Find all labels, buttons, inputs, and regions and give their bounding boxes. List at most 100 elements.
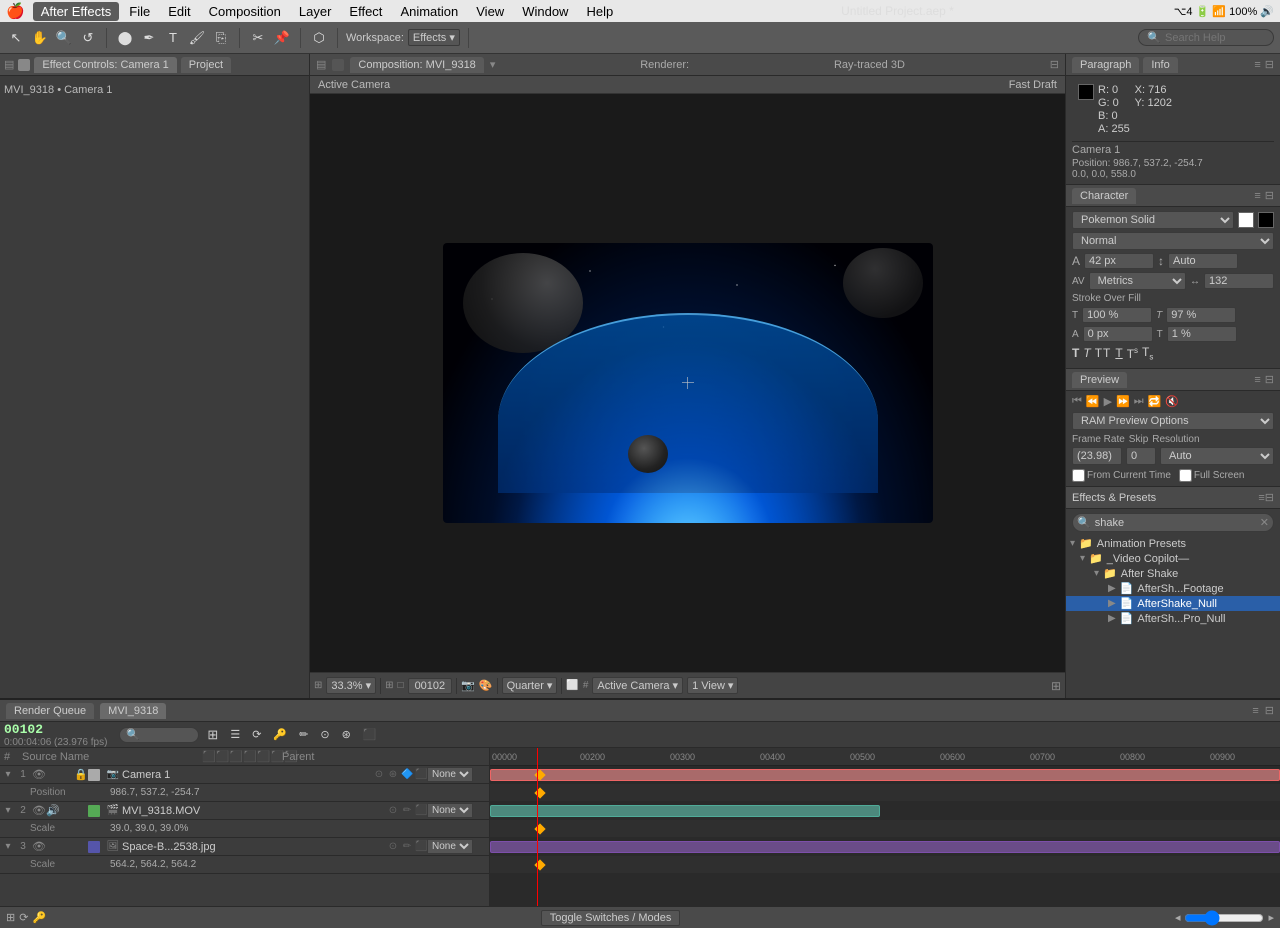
full-screen-checkbox[interactable] xyxy=(1179,469,1192,482)
tl-btn2[interactable]: ☰ xyxy=(226,727,244,742)
font-style-dropdown[interactable]: Normal xyxy=(1072,232,1274,250)
timeline-search-input[interactable] xyxy=(119,727,199,743)
position-prop-val[interactable]: 986.7, 537.2, -254.7 xyxy=(110,787,200,798)
tree-animation-presets[interactable]: ▾ 📁 Animation Presets xyxy=(1066,536,1280,551)
track-1[interactable] xyxy=(490,766,1280,784)
snapshot-icon[interactable]: 📷 xyxy=(461,679,475,692)
menu-effect[interactable]: Effect xyxy=(341,2,390,21)
sw2-3[interactable]: ⬛ xyxy=(415,805,427,816)
layer-2-vis-icon[interactable]: 👁 xyxy=(32,804,46,817)
prev-mute-icon[interactable]: 🔇 xyxy=(1165,395,1179,408)
menu-animation[interactable]: Animation xyxy=(392,2,466,21)
menu-window[interactable]: Window xyxy=(514,2,576,21)
rotate-tool-icon[interactable]: ↺ xyxy=(78,28,98,48)
quality-dropdown[interactable]: Quarter ▾ xyxy=(502,677,558,694)
clone-tool-icon[interactable]: ⎘ xyxy=(211,28,231,48)
puppet-tool-icon[interactable]: 📌 xyxy=(272,28,292,48)
pen-tool-icon[interactable]: ✒ xyxy=(139,28,159,48)
tl-bottom-icon3[interactable]: 🔑 xyxy=(32,911,46,924)
search-help-input[interactable] xyxy=(1165,32,1265,44)
layer-row-3[interactable]: ▾ 3 👁 🖼 Space-B...2538.jpg ⊙ ✏ ⬛ xyxy=(0,838,489,856)
prev-next-frame-icon[interactable]: ⏩ xyxy=(1116,395,1130,408)
scale-h-input[interactable] xyxy=(1082,307,1152,323)
comp-expand-icon[interactable]: ⊞ xyxy=(1051,679,1061,693)
tl-btn6[interactable]: ⊙ xyxy=(316,727,333,742)
layer-3-vis-icon[interactable]: 👁 xyxy=(32,840,46,853)
view-layout-dropdown[interactable]: 1 View ▾ xyxy=(687,677,738,694)
timeline-options-icon[interactable]: ≡ xyxy=(1252,705,1258,717)
select-tool-icon[interactable]: ↖ xyxy=(6,28,26,48)
renderer-value[interactable]: Ray-traced 3D xyxy=(834,59,905,71)
shape-tool-icon[interactable]: ⬤ xyxy=(115,28,135,48)
preview-tab[interactable]: Preview xyxy=(1072,372,1127,388)
sw3-3[interactable]: ⬛ xyxy=(415,841,427,852)
font-color-swatch[interactable] xyxy=(1238,212,1254,228)
tl-btn4[interactable]: 🔑 xyxy=(269,727,291,742)
timecode-display[interactable]: 00102 xyxy=(4,722,107,737)
menu-file[interactable]: File xyxy=(121,2,158,21)
font-size-input[interactable] xyxy=(1084,253,1154,269)
menu-after-effects[interactable]: After Effects xyxy=(33,2,120,21)
composition-tab[interactable]: Composition: MVI_9318 xyxy=(350,57,483,73)
sw3-1[interactable]: ⊙ xyxy=(387,841,399,852)
layer-3-name[interactable]: Space-B...2538.jpg xyxy=(122,841,387,853)
project-tab[interactable]: Project xyxy=(181,57,231,73)
layer-3-toggle-icon[interactable]: ▾ xyxy=(2,841,14,853)
layer-1-vis-icon[interactable]: 👁 xyxy=(32,768,46,781)
toggle-switches-modes-button[interactable]: Toggle Switches / Modes xyxy=(541,910,681,926)
ram-preview-dropdown[interactable]: RAM Preview Options xyxy=(1072,412,1274,430)
scale-v-input[interactable] xyxy=(1166,307,1236,323)
toggle-grid-icon[interactable]: # xyxy=(583,680,589,691)
sw2-1[interactable]: ⊙ xyxy=(387,805,399,816)
tree-video-copilot[interactable]: ▾ 📁 _Video Copilot— xyxy=(1066,551,1280,566)
layer-2-toggle-icon[interactable]: ▾ xyxy=(2,805,14,817)
apple-logo-icon[interactable]: 🍎 xyxy=(6,2,25,20)
layer-1-lock-icon[interactable]: 🔒 xyxy=(74,768,88,781)
tl-zoom-out-icon[interactable]: ◂ xyxy=(1175,911,1181,924)
prev-play-icon[interactable]: ▶ xyxy=(1104,395,1112,408)
layer-row-1[interactable]: ▾ 1 👁 🔒 📷 Camera 1 ⊙ ⊛ 🔷 ⬛ xyxy=(0,766,489,784)
bold-icon[interactable]: T xyxy=(1072,346,1079,360)
tl-btn5[interactable]: ✏ xyxy=(295,727,312,742)
kerning-dropdown[interactable]: Metrics xyxy=(1089,272,1186,290)
comp-collapse-icon[interactable]: ⊟ xyxy=(1050,58,1059,71)
tree-aftershake-null[interactable]: ▶ 📄 AfterShake_Null xyxy=(1066,596,1280,611)
layer-2-name[interactable]: MVI_9318.MOV xyxy=(122,805,387,817)
tl-btn8[interactable]: ⬛ xyxy=(359,727,381,742)
tree-aftersh-footage[interactable]: ▶ 📄 AfterSh...Footage xyxy=(1066,581,1280,596)
prev-loop-icon[interactable]: 🔁 xyxy=(1148,395,1162,408)
track-2-scale[interactable] xyxy=(490,820,1280,838)
toggle-transparency-icon[interactable]: ⬜ xyxy=(566,680,578,691)
type-tool-icon[interactable]: T xyxy=(163,28,183,48)
layer-3-parent-dropdown[interactable]: None xyxy=(427,839,473,854)
subscript-icon[interactable]: Ts xyxy=(1142,345,1153,361)
sw1[interactable]: ⊙ xyxy=(373,769,385,780)
prev-prev-frame-icon[interactable]: ⏪ xyxy=(1086,395,1100,408)
hand-tool-icon[interactable]: ✋ xyxy=(30,28,50,48)
render-queue-tab[interactable]: Render Queue xyxy=(6,703,94,719)
effect-controls-tab[interactable]: Effect Controls: Camera 1 xyxy=(34,57,176,73)
track-3[interactable] xyxy=(490,838,1280,856)
roto-tool-icon[interactable]: ✂ xyxy=(248,28,268,48)
tl-zoom-in-icon[interactable]: ▸ xyxy=(1268,911,1274,924)
tl-btn1[interactable]: ⊞ xyxy=(203,726,222,744)
tl-search-box[interactable] xyxy=(119,727,199,743)
prev-collapse-icon[interactable]: ⊟ xyxy=(1265,373,1274,386)
effects-search-input[interactable] xyxy=(1095,517,1260,529)
brush-tool-icon[interactable]: 🖌 xyxy=(187,28,207,48)
underline-icon[interactable]: T xyxy=(1115,346,1122,360)
menu-view[interactable]: View xyxy=(468,2,512,21)
workspace-dropdown[interactable]: Effects ▾ xyxy=(408,29,460,46)
from-current-checkbox[interactable] xyxy=(1072,469,1085,482)
resolution-dropdown[interactable]: Auto xyxy=(1160,447,1274,465)
prev-skip-end-icon[interactable]: ⏭ xyxy=(1134,395,1144,408)
scale2-prop-val[interactable]: 564.2, 564.2, 564.2 xyxy=(110,859,196,870)
tracking-input[interactable] xyxy=(1204,273,1274,289)
info-tab[interactable]: Info xyxy=(1143,57,1177,73)
panel-menu-icon[interactable]: ▤ xyxy=(4,58,14,71)
tl-bottom-icon1[interactable]: ⊞ xyxy=(6,911,15,924)
font-family-dropdown[interactable]: Pokemon Solid xyxy=(1072,211,1234,229)
character-tab[interactable]: Character xyxy=(1072,188,1136,204)
menu-layer[interactable]: Layer xyxy=(291,2,340,21)
effects-search-box[interactable]: 🔍 ✕ xyxy=(1072,513,1274,532)
